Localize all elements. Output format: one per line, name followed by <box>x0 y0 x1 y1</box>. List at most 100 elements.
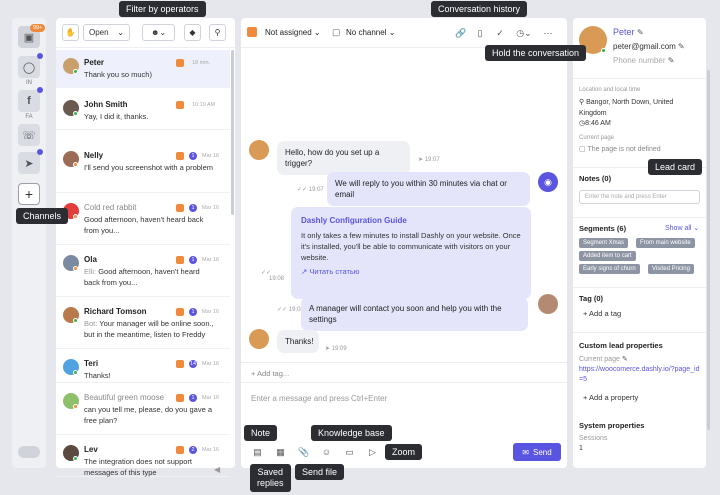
tag-section: Tag (0) + Add a tag <box>573 287 706 332</box>
page-icon: ▢ <box>579 146 586 153</box>
message-input[interactable]: Enter a message and press Ctrl+Enter <box>251 394 387 403</box>
operator-icon <box>176 59 184 67</box>
note-icon[interactable]: ▤ <box>252 447 263 458</box>
conversation-time: 10:19 AM <box>192 102 216 108</box>
conversation-row[interactable]: Nelly I'll send you screenshot with a pro… <box>56 143 230 193</box>
segment-tag[interactable]: Added item to cart <box>579 251 636 261</box>
lead-email-value: peter@gmail.com <box>613 42 676 51</box>
message-time: ➤ 19:09 <box>325 346 347 352</box>
segment-tag[interactable]: From main website <box>636 238 695 248</box>
knowledge-base-tooltip: Knowledge base <box>311 425 392 441</box>
location-text: Bangor, North Down, United Kingdom <box>579 99 674 117</box>
knowledge-base-icon[interactable]: ▭ <box>344 447 355 458</box>
message-time: ✓✓ <box>261 270 272 276</box>
lead-name[interactable]: Peter ✎ <box>613 27 644 37</box>
lead-scrollbar[interactable] <box>707 70 710 430</box>
channel-icon: ▢ <box>332 27 341 37</box>
message-bubble: Thanks! <box>277 330 319 353</box>
operator-icon <box>176 308 184 316</box>
more-icon[interactable]: ⋯ <box>543 28 553 38</box>
send-button[interactable]: ✉ Send <box>513 443 561 461</box>
notes-input[interactable]: Enter the note and press Enter <box>579 190 700 204</box>
unread-count-badge: 2 <box>189 446 197 454</box>
search-icon[interactable]: ⚲ <box>209 24 226 41</box>
channel-select[interactable]: No channel ⌄ <box>346 28 395 37</box>
divider <box>573 78 706 79</box>
lead-email[interactable]: peter@gmail.com ✎ <box>613 42 685 51</box>
segment-tag[interactable]: Segment Xmas <box>579 238 629 248</box>
conversation-list: ✋ Open ⌄ ☻⌄ ◆ ⚲ Peter Thank you so much) 18… <box>56 18 235 477</box>
lead-card: Peter ✎ peter@gmail.com ✎ Phone number ✎… <box>573 18 706 468</box>
emoji-icon[interactable]: ☺ <box>321 447 332 458</box>
conversation-row[interactable]: John Smith Yay, I did it, thanks. 10:19 AM <box>56 92 230 130</box>
show-all-link[interactable]: Show all ⌄ <box>665 224 699 232</box>
zoom-icon[interactable]: ▷ <box>367 447 378 458</box>
message-time-value: 19:09 <box>331 346 347 352</box>
conversation-preview: Yay, I did it, thanks. <box>84 112 214 123</box>
current-page-value: ▢ The page is not defined <box>579 145 661 153</box>
segment-tag[interactable]: Early signs of churn <box>579 264 640 274</box>
lead-avatar <box>249 329 269 349</box>
location-pin-icon: ⚲ <box>579 99 585 106</box>
telegram-icon[interactable]: ➤ <box>18 149 43 174</box>
facebook-icon[interactable]: f <box>18 87 43 112</box>
conversation-row[interactable]: Beautiful green moose can you tell me, pl… <box>56 385 230 435</box>
conversation-row[interactable]: Richard Tomson Bot: Your manager will be … <box>56 299 230 349</box>
add-channel-button[interactable]: + <box>18 183 40 205</box>
status-dot-icon <box>73 318 78 323</box>
sessions-label: Sessions <box>579 435 608 442</box>
operator-icon <box>176 360 184 368</box>
conversation-preview: Good afternoon, haven't heard back from … <box>84 215 214 236</box>
link-icon[interactable]: 🔗 <box>455 28 466 38</box>
hold-conversation-icon[interactable]: ◷⌄ <box>515 28 533 38</box>
custom-page-link[interactable]: https://woocomerce.dashly.io/?page_id=5 <box>579 365 703 385</box>
channel-label: No channel <box>346 28 387 37</box>
close-conversation-icon[interactable]: ✓ <box>495 28 505 38</box>
conversation-name: Ola <box>84 255 97 264</box>
conversation-preview: Bot: Your manager will be online soon., … <box>84 319 214 340</box>
conversation-row[interactable]: Teri Thanks! 14 Mar 16 <box>56 351 230 383</box>
history-icon[interactable]: ▯ <box>475 28 485 38</box>
assignee-select[interactable]: Not assigned ⌄ <box>265 28 321 37</box>
add-tag-link[interactable]: + Add a tag <box>583 309 621 318</box>
status-select[interactable]: Open ⌄ <box>83 24 130 41</box>
operator-icon <box>176 204 184 212</box>
message-bubble: Hello, how do you set up a trigger? <box>277 141 410 175</box>
status-select-value: Open <box>89 28 109 37</box>
local-time-value: 8:46 AM <box>585 120 611 127</box>
operators-filter-button[interactable]: ☻⌄ <box>142 24 175 41</box>
send-icon: ✉ <box>522 447 529 457</box>
custom-properties-title: Custom lead properties <box>579 341 663 350</box>
unread-count-badge: 1 <box>189 308 197 316</box>
conversation-name: Cold red rabbit <box>84 203 137 212</box>
add-property-link[interactable]: + Add a property <box>583 393 638 402</box>
show-all-label: Show all <box>665 225 692 232</box>
channel-rail: ▣ 99+ ◯ IN f FA ☏ ➤ + <box>12 18 46 468</box>
hand-icon[interactable]: ✋ <box>62 24 79 41</box>
article-card: Dashly Configuration Guide It only takes… <box>291 207 531 299</box>
conversation-row[interactable]: Peter Thank you so much) 18 min. <box>56 50 230 88</box>
list-scrollbar[interactable] <box>231 50 234 215</box>
conversation-row[interactable]: Lev The integration does not support mess… <box>56 437 230 477</box>
tag-filter-icon[interactable]: ◆ <box>184 24 201 41</box>
conversation-history-tooltip: Conversation history <box>431 1 528 17</box>
settings-toggle[interactable] <box>18 446 40 458</box>
conversation-row[interactable]: Ola Elli: Good afternoon, haven't heard b… <box>56 247 230 297</box>
article-link[interactable]: ↗ Читать статью <box>301 267 359 276</box>
chat-panel: Not assigned ⌄ ▢ No channel ⌄ 🔗 ▯ ✓ ◷⌄ ⋯… <box>241 18 567 468</box>
whatsapp-icon[interactable]: ☏ <box>18 124 40 146</box>
local-time: ◷8:46 AM <box>579 119 611 127</box>
segment-tag[interactable]: Visited Pricing <box>648 264 694 274</box>
send-file-tooltip: Send file <box>295 464 345 480</box>
instagram-icon[interactable]: ◯ <box>18 53 43 78</box>
lead-phone[interactable]: Phone number ✎ <box>613 56 674 65</box>
status-dot-icon <box>73 404 78 409</box>
saved-replies-icon[interactable]: ▦ <box>275 447 286 458</box>
add-tag-button[interactable]: + Add tag... <box>251 369 289 378</box>
preview-sender: Elli: <box>84 267 97 276</box>
attach-file-icon[interactable]: 📎 <box>298 447 309 458</box>
lead-phone-placeholder: Phone number <box>613 56 666 65</box>
message-time-value: 19:08 <box>269 276 285 282</box>
facebook-label: FA <box>25 114 33 120</box>
conversation-row[interactable]: Cold red rabbit Good afternoon, haven't h… <box>56 195 230 245</box>
